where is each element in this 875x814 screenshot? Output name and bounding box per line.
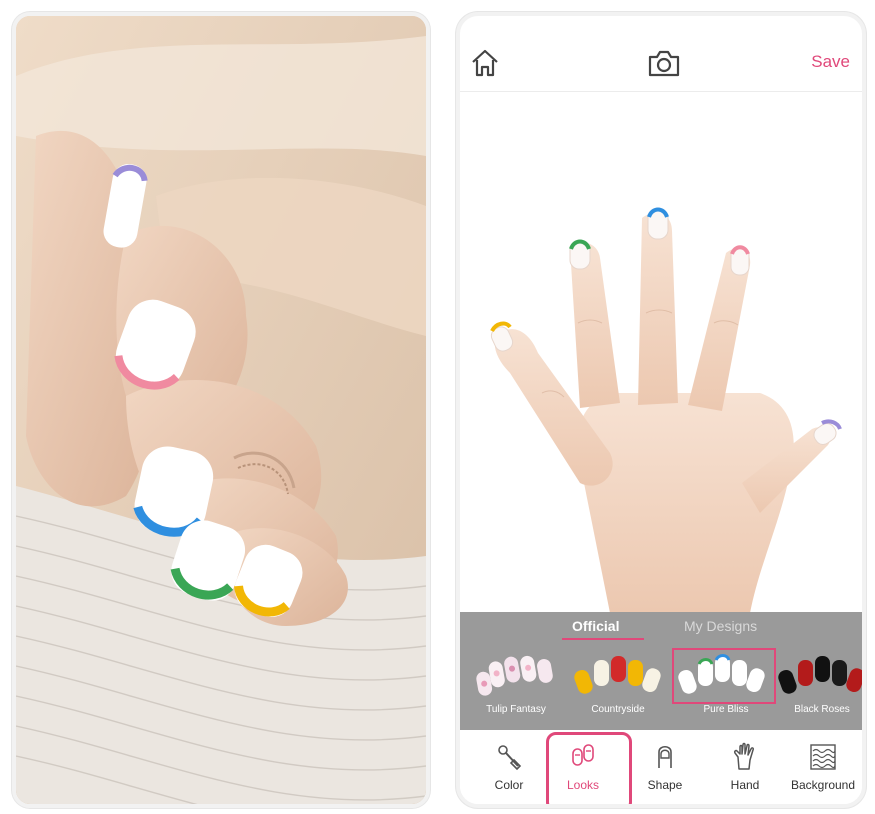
- tab-official[interactable]: Official: [572, 618, 619, 634]
- home-icon: [472, 49, 498, 77]
- look-thumbnail: [778, 656, 862, 694]
- home-button[interactable]: [468, 46, 502, 80]
- save-button[interactable]: Save: [811, 52, 850, 72]
- look-label: Black Roses: [794, 704, 850, 715]
- bottom-toolbar: Color Looks Shape Hand Background: [460, 730, 862, 804]
- looks-list: Tulip Fantasy Countryside Pure Bliss Bla…: [460, 642, 862, 728]
- nail-polish-icon: [498, 745, 522, 771]
- nail-photo-card: [12, 12, 430, 808]
- looks-tabs: Official My Designs: [460, 612, 862, 640]
- tool-hand[interactable]: Hand: [712, 742, 778, 804]
- top-bar: Save: [460, 16, 862, 92]
- nail-tips-icon: [572, 744, 594, 766]
- app-showcase: Save Official My Designs Tulip Fantasy C…: [0, 0, 875, 814]
- look-pure-bliss[interactable]: Pure Bliss: [668, 642, 776, 728]
- hand-preview[interactable]: [460, 93, 862, 613]
- nail-shape-icon: [658, 745, 672, 768]
- looks-panel: Official My Designs Tulip Fantasy Countr…: [460, 612, 862, 730]
- tab-my-designs[interactable]: My Designs: [684, 618, 757, 634]
- look-label: Tulip Fantasy: [486, 704, 546, 715]
- tool-label: Hand: [730, 778, 760, 792]
- active-tab-indicator: [562, 638, 644, 640]
- look-black-roses[interactable]: Black Roses: [772, 642, 862, 728]
- tool-shape[interactable]: Shape: [632, 742, 698, 804]
- tool-label: Background: [790, 778, 856, 792]
- tool-color[interactable]: Color: [476, 742, 542, 804]
- look-countryside[interactable]: Countryside: [568, 642, 668, 728]
- tool-label: Color: [494, 778, 524, 792]
- hand-icon: [734, 742, 754, 770]
- app-screen: Save Official My Designs Tulip Fantasy C…: [456, 12, 866, 808]
- look-label: Pure Bliss: [703, 704, 749, 715]
- tool-looks[interactable]: Looks: [550, 742, 616, 804]
- waves-icon: [810, 744, 836, 770]
- hand-preview-image: [490, 207, 842, 613]
- nail-photo-image: [16, 16, 426, 804]
- look-thumbnail: [476, 655, 553, 696]
- camera-button[interactable]: [646, 46, 682, 80]
- look-tulip-fantasy[interactable]: Tulip Fantasy: [466, 642, 566, 728]
- look-thumbnail: [574, 656, 661, 694]
- tool-label: Shape: [647, 778, 683, 792]
- tool-label: Looks: [566, 778, 600, 792]
- look-label: Countryside: [591, 704, 645, 715]
- camera-icon: [648, 50, 680, 77]
- tool-background[interactable]: Background: [786, 742, 860, 804]
- look-thumbnail: [678, 654, 765, 694]
